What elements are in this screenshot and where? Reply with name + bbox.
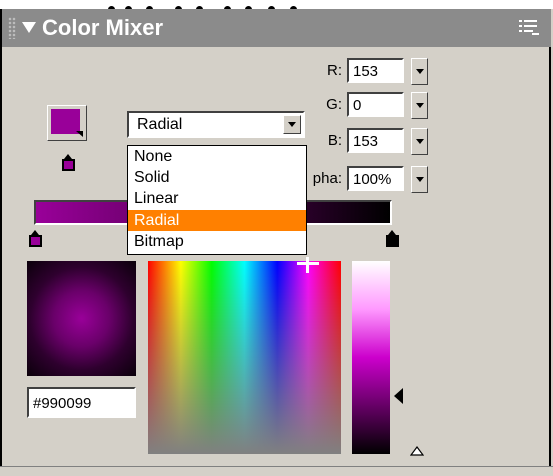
grip-icon[interactable] xyxy=(8,17,16,39)
option-bitmap[interactable]: Bitmap xyxy=(128,231,306,252)
option-radial[interactable]: Radial xyxy=(128,209,306,231)
crosshair-icon xyxy=(297,257,319,273)
red-field[interactable]: 153 xyxy=(347,58,404,83)
red-label: R: xyxy=(327,62,342,79)
collapse-arrow-icon[interactable] xyxy=(22,22,36,33)
panel-menu-icon[interactable] xyxy=(519,19,539,37)
brightness-slider-handle[interactable] xyxy=(394,388,403,404)
gradient-preview xyxy=(27,261,136,376)
top-edge xyxy=(0,0,553,9)
green-field[interactable]: 0 xyxy=(347,92,404,117)
gradient-pointer-right[interactable] xyxy=(386,230,399,247)
fill-paint-bucket-icon[interactable] xyxy=(62,154,75,171)
chevron-down-icon xyxy=(76,131,83,137)
brightness-slider[interactable] xyxy=(352,261,390,454)
option-linear[interactable]: Linear xyxy=(128,188,306,209)
chevron-down-icon[interactable] xyxy=(283,115,301,134)
fill-type-select[interactable]: Radial xyxy=(127,111,305,138)
alpha-field[interactable]: 100% xyxy=(347,166,404,191)
panel-titlebar[interactable]: Color Mixer xyxy=(2,9,551,47)
blue-field[interactable]: 153 xyxy=(347,128,404,153)
red-dropdown-button[interactable] xyxy=(411,58,428,85)
panel-title: Color Mixer xyxy=(42,15,164,40)
hex-color-field[interactable]: #990099 xyxy=(27,387,136,418)
option-solid[interactable]: Solid xyxy=(128,167,306,188)
color-spectrum-picker[interactable] xyxy=(148,261,341,454)
triangle-up-icon[interactable] xyxy=(410,446,424,456)
fill-type-value: Radial xyxy=(137,116,183,133)
alpha-dropdown-button[interactable] xyxy=(411,166,428,193)
blue-dropdown-button[interactable] xyxy=(411,128,428,155)
option-none[interactable]: None xyxy=(128,146,306,167)
fill-type-dropdown: None Solid Linear Radial Bitmap xyxy=(127,145,307,255)
fill-color-swatch[interactable] xyxy=(47,105,87,141)
gradient-pointer-left[interactable] xyxy=(29,230,42,247)
green-dropdown-button[interactable] xyxy=(411,92,428,119)
